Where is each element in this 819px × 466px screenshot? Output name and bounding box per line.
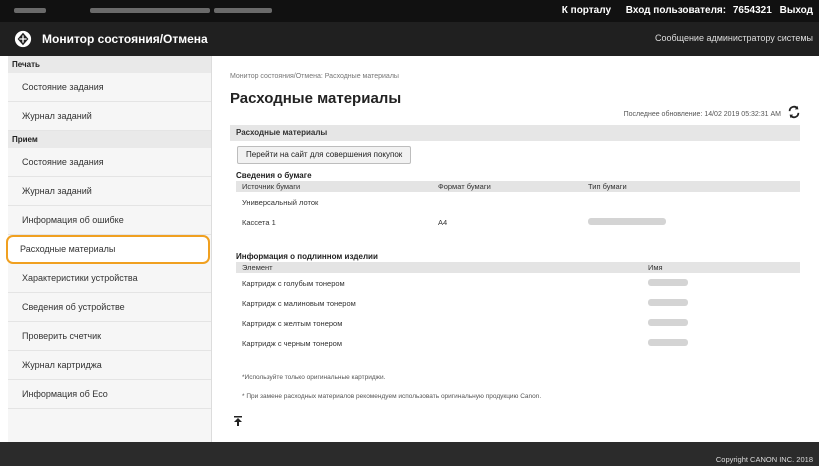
blurred-value [648,298,688,306]
paper-source-cell: Кассета 1 [236,212,432,232]
logout-link[interactable]: Выход [780,5,813,16]
sidebar-item-cartridge-log[interactable]: Журнал картриджа [8,351,211,380]
genuine-parts-table: Элемент Имя Картридж с голубым тонером К… [236,262,800,353]
blurred-value [588,217,666,225]
sidebar-item-consumables[interactable]: Расходные материалы [6,235,210,264]
top-bar: К порталу Вход пользователя: 7654321 Вых… [0,0,819,22]
part-item-cell: Картридж с малиновым тонером [236,293,642,313]
table-row: Универсальный лоток [236,192,800,212]
sidebar-item-receive-job-status[interactable]: Состояние задания [8,148,211,177]
sidebar-item-error-info[interactable]: Информация об ошибке [8,206,211,235]
table-row: Картридж с черным тонером [236,333,800,353]
column-header: Имя [642,262,800,273]
note-genuine-canon: * При замене расходных материалов рекоме… [242,393,542,400]
blurred-text [214,8,272,13]
blurred-text [14,8,46,13]
scroll-to-top-icon[interactable] [234,416,242,426]
sidebar: Печать Состояние задания Журнал заданий … [6,56,212,442]
part-item-cell: Картридж с черным тонером [236,333,642,353]
portal-link[interactable]: К порталу [562,5,611,16]
sidebar-section-print: Печать [8,56,211,73]
breadcrumb: Монитор состояния/Отмена: Расходные мате… [230,73,399,80]
login-label: Вход пользователя: [625,5,727,16]
sidebar-item-eco-info[interactable]: Информация об Eco [8,380,211,409]
sidebar-item-device-features[interactable]: Характеристики устройства [8,264,211,293]
copyright: Copyright CANON INC. 2018 [715,455,813,464]
last-update: Последнее обновление: 14/02 2019 05:32:3… [624,111,781,118]
top-links: К порталу Вход пользователя: 7654321 Вых… [550,5,813,16]
app-title: Монитор состояния/Отмена [42,32,208,46]
paper-type-cell [582,212,800,232]
table-row: Картридж с малиновым тонером [236,293,800,313]
table-row: Кассета 1 A4 [236,212,800,232]
paper-size-cell: A4 [432,212,582,232]
title-bar: Монитор состояния/Отмена Сообщение админ… [0,22,819,56]
genuine-parts-title: Информация о подлинном изделии [236,252,378,261]
paper-info-title: Сведения о бумаге [236,171,312,180]
blurred-value [648,338,688,346]
sidebar-item-print-job-log[interactable]: Журнал заданий [8,102,211,131]
last-update-label: Последнее обновление: [623,111,703,118]
login-user: 7654321 [732,5,772,16]
sidebar-section-receive: Прием [8,131,211,148]
go-to-shop-button[interactable]: Перейти на сайт для совершения покупок [237,146,412,164]
column-header: Тип бумаги [582,181,800,192]
paper-size-cell [432,192,582,212]
part-name-cell [642,333,800,353]
part-item-cell: Картридж с голубым тонером [236,273,642,293]
column-header: Элемент [236,262,642,273]
table-row: Картридж с голубым тонером [236,273,800,293]
sidebar-item-print-job-status[interactable]: Состояние задания [8,73,211,102]
table-row: Картридж с желтым тонером [236,313,800,333]
table-header-row: Элемент Имя [236,262,800,273]
blurred-value [648,278,688,286]
refresh-icon[interactable] [787,105,801,119]
consumables-panel-header: Расходные материалы [230,125,800,141]
sidebar-item-receive-job-log[interactable]: Журнал заданий [8,177,211,206]
page-title: Расходные материалы [230,90,402,107]
column-header: Формат бумаги [432,181,582,192]
part-item-cell: Картридж с желтым тонером [236,313,642,333]
admin-message-link[interactable]: Сообщение администратору системы [655,33,813,43]
column-header: Источник бумаги [236,181,432,192]
note-original-cartridges: *Используйте только оригинальные картрид… [242,374,386,381]
table-header-row: Источник бумаги Формат бумаги Тип бумаги [236,181,800,192]
sidebar-item-check-counter[interactable]: Проверить счетчик [8,322,211,351]
blurred-text [90,8,210,13]
footer: Copyright CANON INC. 2018 [0,442,819,466]
paper-info-table: Источник бумаги Формат бумаги Тип бумаги… [236,181,800,232]
main-content: Монитор состояния/Отмена: Расходные мате… [222,56,813,442]
sidebar-item-device-info[interactable]: Сведения об устройстве [8,293,211,322]
last-update-value: 14/02 2019 05:32:31 AM [704,111,781,118]
paper-type-cell [582,192,800,212]
remote-ui-logo-icon [14,30,32,48]
part-name-cell [642,293,800,313]
part-name-cell [642,273,800,293]
part-name-cell [642,313,800,333]
paper-source-cell: Универсальный лоток [236,192,432,212]
blurred-value [648,318,688,326]
